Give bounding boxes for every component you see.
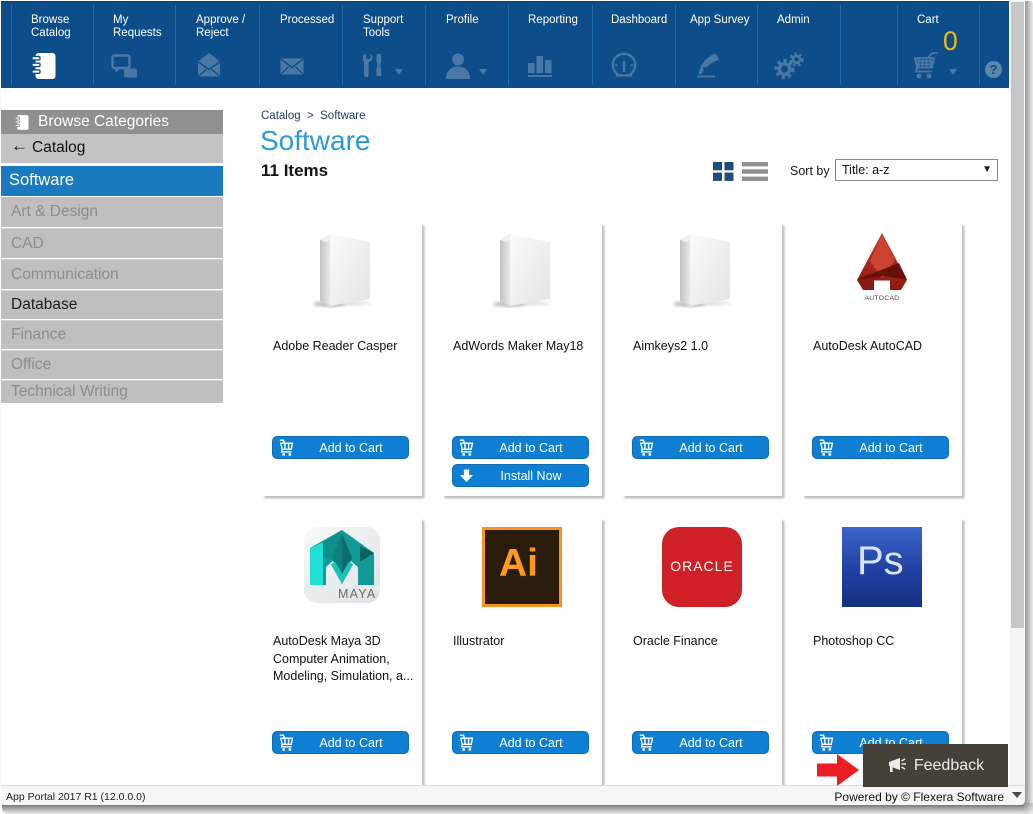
- svg-text:MAYA: MAYA: [338, 587, 376, 601]
- svg-text:AUTOCAD: AUTOCAD: [865, 295, 900, 302]
